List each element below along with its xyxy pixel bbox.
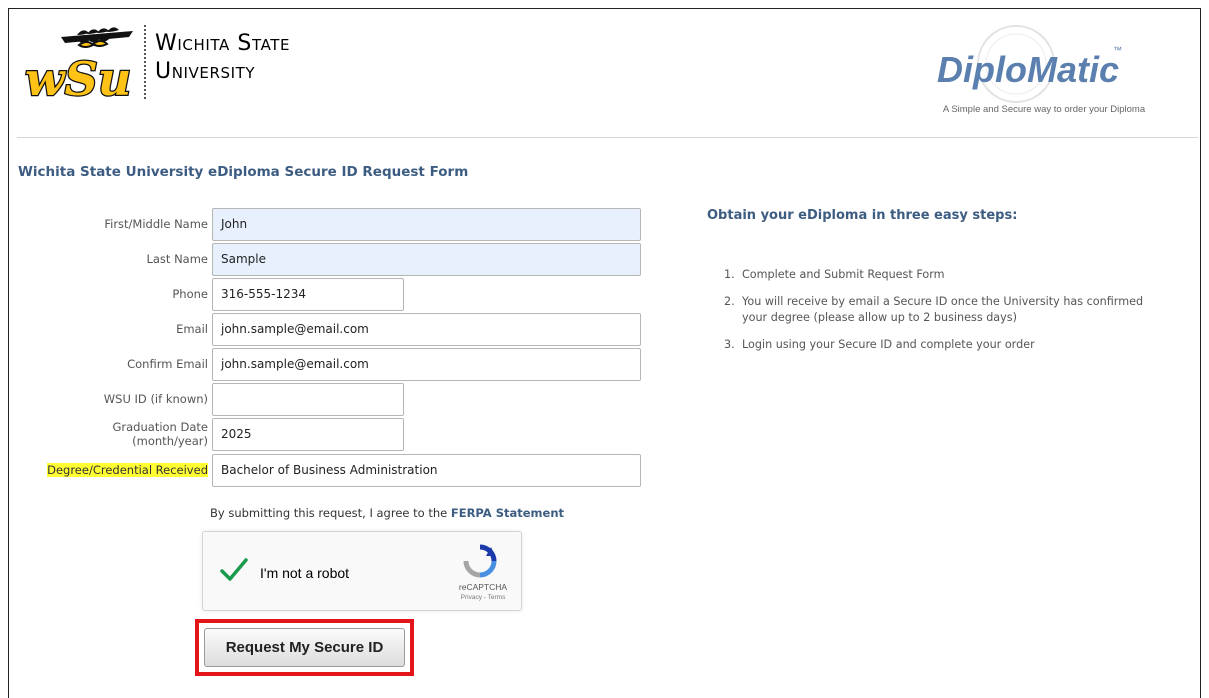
email-input[interactable]: john.sample@email.com [212, 313, 641, 346]
diplomatic-logo: DiploMatic ™ [937, 25, 1122, 103]
recaptcha-brand: reCAPTCHA [458, 582, 508, 592]
confirm-email-row: Confirm Email john.sample@email.com [9, 348, 649, 382]
university-name: Wichita State University [155, 30, 290, 86]
phone-row: Phone 316-555-1234 [9, 278, 649, 312]
recaptcha-label: I'm not a robot [260, 565, 350, 581]
graduation-date-input[interactable]: 2025 [212, 418, 404, 451]
wsu-id-row: WSU ID (if known) [9, 383, 649, 417]
graduation-date-label-line1: Graduation Date [112, 420, 209, 434]
diplomatic-logo-text: DiploMatic [937, 49, 1119, 90]
submit-highlight: Request My Secure ID [195, 619, 414, 676]
university-name-line1: Wichita State [155, 31, 291, 56]
step-number: 3. [724, 338, 735, 351]
graduation-date-label: Graduation Date (month/year) [8, 420, 209, 448]
step-number: 1. [724, 268, 735, 281]
step-item: 2. You will receive by email a Secure ID… [724, 294, 1164, 326]
logo-divider [144, 25, 146, 99]
diplomatic-tagline: A Simple and Secure way to order your Di… [942, 104, 1146, 115]
phone-input[interactable]: 316-555-1234 [212, 278, 404, 311]
confirm-email-label: Confirm Email [127, 357, 208, 371]
email-label: Email [176, 322, 208, 336]
wsu-id-label: WSU ID (if known) [103, 392, 208, 406]
recaptcha-widget: I'm not a robot reCAPTCHA Privacy - Term… [202, 531, 522, 611]
university-name-line2: University [155, 59, 256, 84]
graduation-date-row: Graduation Date (month/year) 2025 [9, 418, 649, 452]
ferpa-agreement: By submitting this request, I agree to t… [210, 506, 564, 520]
first-name-label: First/Middle Name [104, 217, 208, 231]
degree-row: Degree/Credential Received Bachelor of B… [9, 454, 649, 488]
phone-label: Phone [172, 287, 208, 301]
graduation-date-label-line2: (month/year) [132, 434, 208, 448]
wsu-logo: wSu [24, 27, 133, 105]
page-frame: wSu Wichita State University DiploMatic … [8, 8, 1201, 698]
confirm-email-input[interactable]: john.sample@email.com [212, 348, 641, 381]
wsu-logo-text: wSu [25, 52, 131, 105]
step-number: 2. [724, 295, 735, 308]
step-item: 1. Complete and Submit Request Form [724, 267, 1164, 283]
recaptcha-links[interactable]: Privacy - Terms [448, 594, 518, 601]
form-title: Wichita State University eDiploma Secure… [18, 164, 469, 180]
header: wSu Wichita State University DiploMatic … [9, 9, 1200, 139]
step-text: Complete and Submit Request Form [742, 268, 945, 281]
step-text: Login using your Secure ID and complete … [742, 338, 1035, 351]
steps-list: 1. Complete and Submit Request Form 2. Y… [724, 267, 1164, 364]
checkmark-icon[interactable] [219, 556, 249, 584]
step-item: 3. Login using your Secure ID and comple… [724, 337, 1164, 353]
last-name-row: Last Name Sample [9, 243, 649, 277]
agreement-text: By submitting this request, I agree to t… [210, 506, 448, 520]
degree-label-text: Degree/Credential Received [47, 463, 208, 477]
last-name-label: Last Name [146, 252, 208, 266]
steps-title: Obtain your eDiploma in three easy steps… [707, 208, 1018, 223]
step-text: You will receive by email a Secure ID on… [742, 295, 1144, 324]
last-name-input[interactable]: Sample [212, 243, 641, 276]
svg-text:™: ™ [1113, 45, 1122, 55]
degree-input[interactable]: Bachelor of Business Administration [212, 454, 641, 487]
header-divider [17, 137, 1198, 138]
recaptcha-logo-icon [463, 544, 497, 578]
email-row: Email john.sample@email.com [9, 313, 649, 347]
wsu-id-input[interactable] [212, 383, 404, 416]
first-name-input[interactable]: John [212, 208, 641, 241]
ferpa-link[interactable]: FERPA Statement [451, 506, 564, 520]
first-name-row: First/Middle Name John [9, 208, 649, 242]
request-secure-id-button[interactable]: Request My Secure ID [204, 628, 405, 667]
degree-label: Degree/Credential Received [8, 463, 208, 477]
